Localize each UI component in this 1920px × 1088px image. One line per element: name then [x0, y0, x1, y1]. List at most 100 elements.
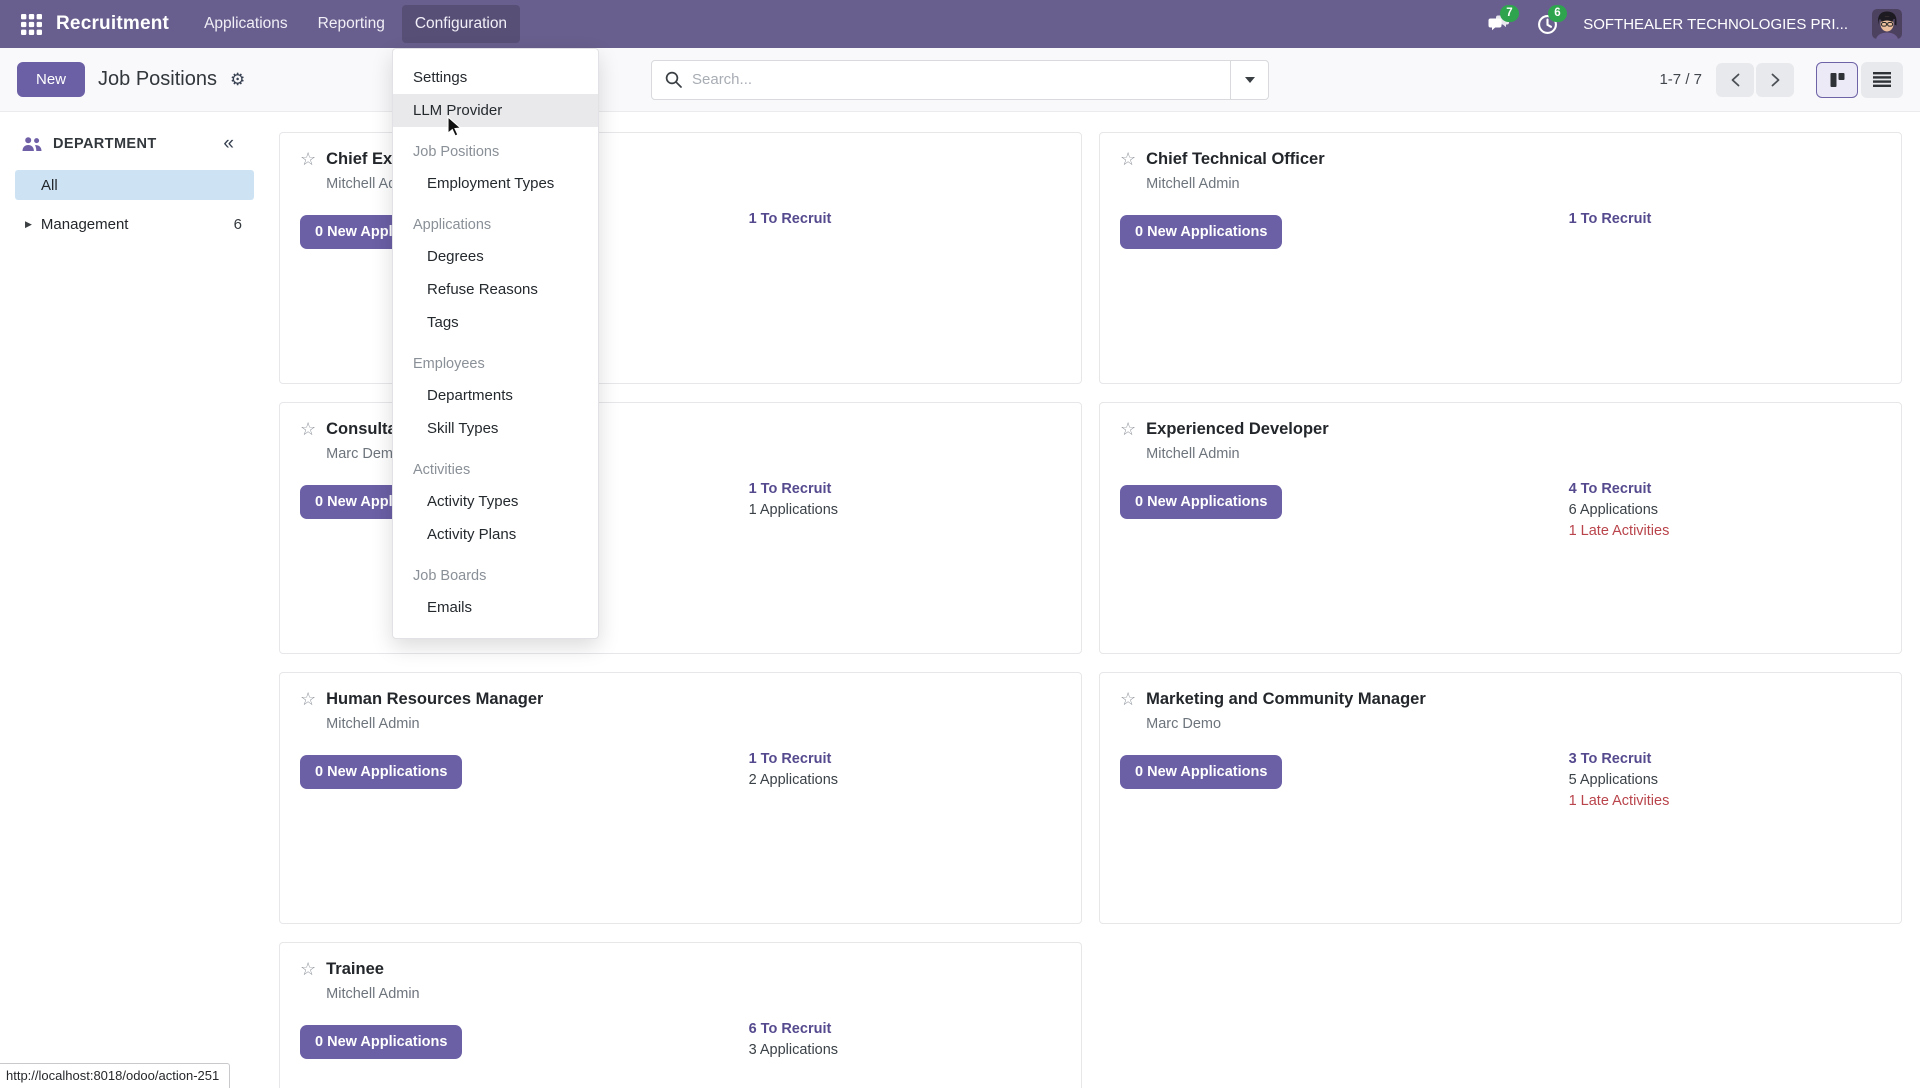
new-applications-button[interactable]: 0 New Applications	[1120, 215, 1282, 249]
list-icon	[1873, 72, 1891, 87]
job-position-card[interactable]: ☆ Human Resources Manager Mitchell Admin…	[279, 672, 1082, 924]
avatar-image	[1872, 9, 1902, 39]
menu-item-tags[interactable]: Tags	[393, 306, 598, 339]
late-activities-stat[interactable]: 1 Late Activities	[1569, 521, 1670, 542]
card-header: ☆ Human Resources Manager Mitchell Admin	[300, 689, 1061, 732]
applications-stat[interactable]: 3 Applications	[749, 1040, 838, 1061]
late-activities-stat[interactable]: 1 Late Activities	[1569, 791, 1670, 812]
star-icon[interactable]: ☆	[300, 149, 316, 170]
activities-badge: 6	[1548, 5, 1566, 22]
recruiter-name: Mitchell Admin	[326, 716, 543, 732]
card-stats: 1 To Recruit 2 Applications	[749, 749, 838, 791]
nav-menu-reporting[interactable]: Reporting	[305, 5, 398, 43]
to-recruit-stat[interactable]: 3 To Recruit	[1569, 749, 1670, 770]
star-icon[interactable]: ☆	[300, 959, 316, 980]
star-icon[interactable]: ☆	[1120, 149, 1136, 170]
applications-stat[interactable]: 1 Applications	[749, 500, 838, 521]
app-name[interactable]: Recruitment	[56, 13, 169, 35]
menu-item-skill-types[interactable]: Skill Types	[393, 412, 598, 445]
applications-stat[interactable]: 5 Applications	[1569, 770, 1670, 791]
sidebar-title: DEPARTMENT	[53, 136, 157, 152]
card-stats: 3 To Recruit 5 Applications 1 Late Activ…	[1569, 749, 1670, 812]
menu-item-refuse-reasons[interactable]: Refuse Reasons	[393, 273, 598, 306]
to-recruit-stat[interactable]: 1 To Recruit	[749, 749, 838, 770]
pager-prev-button[interactable]	[1716, 63, 1754, 97]
menu-item-degrees[interactable]: Degrees	[393, 240, 598, 273]
recruiter-name: Mitchell Admin	[326, 986, 419, 1002]
card-stats: 1 To Recruit 1 Applications	[749, 479, 838, 521]
messages-button[interactable]: 7	[1487, 13, 1511, 35]
expand-caret-icon[interactable]: ▶	[25, 219, 32, 230]
job-title[interactable]: Chief Technical Officer	[1146, 149, 1325, 170]
card-stats: 1 To Recruit	[749, 209, 832, 230]
search-dropdown-toggle[interactable]	[1230, 61, 1268, 99]
new-button[interactable]: New	[17, 62, 85, 97]
sidebar-item-all[interactable]: All	[15, 170, 254, 200]
to-recruit-stat[interactable]: 6 To Recruit	[749, 1019, 838, 1040]
star-icon[interactable]: ☆	[1120, 419, 1136, 440]
chevron-down-icon	[1245, 77, 1255, 83]
department-count: 6	[234, 216, 242, 233]
app-window: Recruitment ApplicationsReportingConfigu…	[0, 0, 1920, 1088]
department-icon	[22, 137, 42, 152]
star-icon[interactable]: ☆	[300, 689, 316, 710]
star-icon[interactable]: ☆	[300, 419, 316, 440]
sidebar-item-management[interactable]: ▶ Management 6	[15, 209, 254, 239]
recruiter-name: Mitchell Admin	[1146, 446, 1329, 462]
card-header: ☆ Chief Technical Officer Mitchell Admin	[1120, 149, 1881, 192]
menu-item-activity-types[interactable]: Activity Types	[393, 485, 598, 518]
company-name[interactable]: SOFTHEALER TECHNOLOGIES PRI...	[1583, 16, 1848, 33]
menu-section-job-positions: Job Positions	[393, 137, 598, 167]
menu-item-employment-types[interactable]: Employment Types	[393, 167, 598, 200]
job-position-card[interactable]: ☆ Trainee Mitchell Admin 0 New Applicati…	[279, 942, 1082, 1088]
to-recruit-stat[interactable]: 1 To Recruit	[1569, 209, 1652, 230]
menu-section-applications: Applications	[393, 210, 598, 240]
nav-menu-configuration[interactable]: Configuration	[402, 5, 520, 43]
star-icon[interactable]: ☆	[1120, 689, 1136, 710]
recruiter-name: Marc Demo	[1146, 716, 1426, 732]
job-position-card[interactable]: ☆ Chief Technical Officer Mitchell Admin…	[1099, 132, 1902, 384]
sidebar-item-label: Management	[41, 216, 129, 233]
job-position-card[interactable]: ☆ Marketing and Community Manager Marc D…	[1099, 672, 1902, 924]
search-bar	[651, 60, 1269, 100]
new-applications-button[interactable]: 0 New Applications	[300, 755, 462, 789]
menu-item-llm-provider[interactable]: LLM Provider	[393, 94, 598, 127]
collapse-sidebar-icon[interactable]: «	[223, 134, 234, 153]
to-recruit-stat[interactable]: 1 To Recruit	[749, 479, 838, 500]
apps-grid-glyph	[21, 14, 42, 35]
messages-badge: 7	[1500, 5, 1518, 22]
nav-menu-applications[interactable]: Applications	[191, 5, 301, 43]
status-url-tooltip: http://localhost:8018/odoo/action-251	[0, 1063, 230, 1088]
menu-item-activity-plans[interactable]: Activity Plans	[393, 518, 598, 551]
card-header: ☆ Experienced Developer Mitchell Admin	[1120, 419, 1881, 462]
chevron-right-icon	[1770, 73, 1781, 87]
menu-item-emails[interactable]: Emails	[393, 591, 598, 624]
menu-item-departments[interactable]: Departments	[393, 379, 598, 412]
job-title[interactable]: Experienced Developer	[1146, 419, 1329, 440]
view-list-button[interactable]	[1861, 62, 1903, 98]
pager-next-button[interactable]	[1756, 63, 1794, 97]
apps-grid-icon[interactable]	[18, 11, 44, 37]
to-recruit-stat[interactable]: 1 To Recruit	[749, 209, 832, 230]
to-recruit-stat[interactable]: 4 To Recruit	[1569, 479, 1670, 500]
department-sidebar: « DEPARTMENT All ▶ Management 6	[0, 112, 270, 1088]
menu-section-job-boards: Job Boards	[393, 561, 598, 591]
search-input[interactable]	[692, 71, 1230, 88]
new-applications-button[interactable]: 0 New Applications	[300, 1025, 462, 1059]
job-title[interactable]: Trainee	[326, 959, 419, 980]
job-position-card[interactable]: ☆ Experienced Developer Mitchell Admin 0…	[1099, 402, 1902, 654]
new-applications-button[interactable]: 0 New Applications	[1120, 485, 1282, 519]
control-panel-right: 1-7 / 7	[1269, 62, 1903, 98]
applications-stat[interactable]: 6 Applications	[1569, 500, 1670, 521]
view-kanban-button[interactable]	[1816, 62, 1858, 98]
page-body: « DEPARTMENT All▶Management6 ☆ Chief Exe…	[0, 112, 1920, 1088]
job-title[interactable]: Marketing and Community Manager	[1146, 689, 1426, 710]
menu-item-settings[interactable]: Settings	[393, 61, 598, 94]
new-applications-button[interactable]: 0 New Applications	[1120, 755, 1282, 789]
gear-icon[interactable]: ⚙	[230, 71, 245, 88]
job-title[interactable]: Human Resources Manager	[326, 689, 543, 710]
card-stats: 1 To Recruit	[1569, 209, 1652, 230]
applications-stat[interactable]: 2 Applications	[749, 770, 838, 791]
activities-button[interactable]: 6	[1535, 13, 1559, 35]
avatar[interactable]	[1872, 9, 1902, 39]
